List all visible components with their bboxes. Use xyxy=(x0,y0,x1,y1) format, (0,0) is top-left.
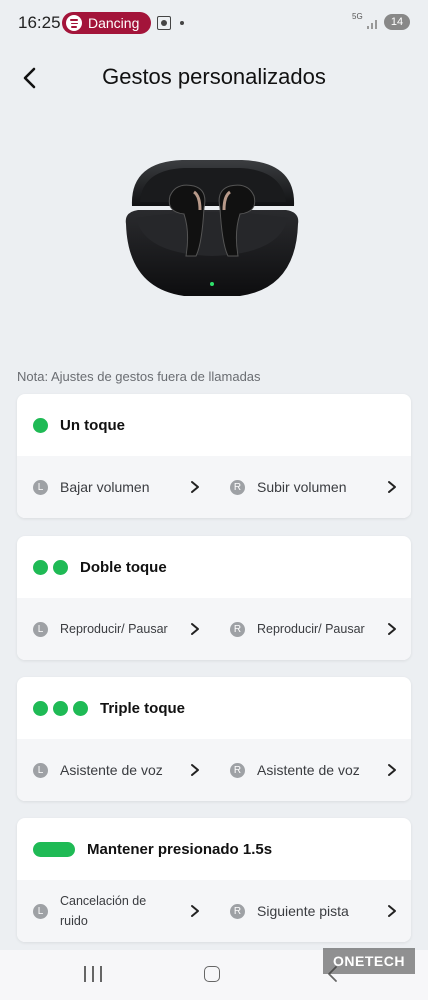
status-bar: 16:25 Dancing 5G 14 xyxy=(0,0,428,46)
right-earbud-badge: R xyxy=(230,903,245,919)
right-action-label: Asistente de voz xyxy=(257,762,360,778)
card-header: Un toque xyxy=(17,394,411,456)
chevron-right-icon xyxy=(388,481,396,493)
chevron-right-icon xyxy=(191,764,199,776)
back-arrow-icon xyxy=(23,67,36,89)
gesture-title: Doble toque xyxy=(80,558,167,576)
gesture-title: Un toque xyxy=(60,416,125,434)
gesture-title: Triple toque xyxy=(100,699,186,717)
left-earbud-badge: L xyxy=(33,479,48,495)
left-action-label: Reproducir/ Pausar xyxy=(60,622,168,636)
left-action-label: Asistente de voz xyxy=(60,762,163,778)
signal-icon xyxy=(367,20,377,29)
left-action-row[interactable]: L Cancelación de ruido xyxy=(17,880,214,942)
chevron-right-icon xyxy=(191,481,199,493)
right-action-row[interactable]: R Subir volumen xyxy=(214,456,411,518)
left-earbud-badge: L xyxy=(33,762,48,778)
gesture-card-triple-tap: Triple toque L Asistente de voz R Asiste… xyxy=(17,677,411,801)
right-action-row[interactable]: R Siguiente pista xyxy=(214,880,411,942)
left-action-row[interactable]: L Reproducir/ Pausar xyxy=(17,598,214,660)
left-action-row[interactable]: L Bajar volumen xyxy=(17,456,214,518)
recents-icon[interactable] xyxy=(84,966,102,982)
watermark: ONETECH xyxy=(323,948,415,974)
chevron-right-icon xyxy=(191,623,199,635)
gesture-note: Nota: Ajustes de gestos fuera de llamada… xyxy=(17,369,261,384)
gesture-card-single-tap: Un toque L Bajar volumen R Subir volumen xyxy=(17,394,411,518)
gesture-card-long-press: Mantener presionado 1.5s L Cancelación d… xyxy=(17,818,411,942)
right-action-row[interactable]: R Reproducir/ Pausar xyxy=(214,598,411,660)
chevron-right-icon xyxy=(388,623,396,635)
right-action-label: Reproducir/ Pausar xyxy=(257,622,365,636)
spotify-icon xyxy=(66,15,82,31)
card-header: Doble toque xyxy=(17,536,411,598)
left-earbud-badge: L xyxy=(33,903,48,919)
notification-dot-icon xyxy=(180,21,184,25)
battery-level: 14 xyxy=(384,14,410,30)
left-earbud-badge: L xyxy=(33,621,48,637)
network-type: 5G xyxy=(352,12,363,21)
media-pill[interactable]: Dancing xyxy=(62,12,152,34)
card-header: Mantener presionado 1.5s xyxy=(17,818,411,880)
status-time: 16:25 xyxy=(18,13,61,32)
gesture-title: Mantener presionado 1.5s xyxy=(87,840,273,858)
right-action-label: Subir volumen xyxy=(257,479,347,495)
chevron-right-icon xyxy=(388,764,396,776)
long-press-indicator xyxy=(33,841,75,857)
media-title: Dancing xyxy=(88,15,140,31)
page-title: Gestos personalizados xyxy=(102,64,326,89)
chevron-right-icon xyxy=(388,905,396,917)
tap-indicator xyxy=(33,559,68,575)
gesture-card-double-tap: Doble toque L Reproducir/ Pausar R Repro… xyxy=(17,536,411,660)
left-action-label: Cancelación de ruido xyxy=(60,894,147,928)
tap-indicator xyxy=(33,417,48,433)
back-button[interactable] xyxy=(14,62,46,94)
earbuds-case-image xyxy=(125,160,299,296)
tap-indicator xyxy=(33,700,88,716)
card-actions: L Asistente de voz R Asistente de voz xyxy=(17,739,411,801)
home-icon[interactable] xyxy=(204,966,220,982)
right-action-label: Siguiente pista xyxy=(257,903,349,919)
right-earbud-badge: R xyxy=(230,762,245,778)
right-earbud-badge: R xyxy=(230,621,245,637)
screenshot-icon xyxy=(157,16,171,30)
card-header: Triple toque xyxy=(17,677,411,739)
right-action-row[interactable]: R Asistente de voz xyxy=(214,739,411,801)
card-actions: L Bajar volumen R Subir volumen xyxy=(17,456,411,518)
chevron-right-icon xyxy=(191,905,199,917)
right-earbud-badge: R xyxy=(230,479,245,495)
card-actions: L Cancelación de ruido R Siguiente pista xyxy=(17,880,411,942)
card-actions: L Reproducir/ Pausar R Reproducir/ Pausa… xyxy=(17,598,411,660)
left-action-label: Bajar volumen xyxy=(60,479,150,495)
left-action-row[interactable]: L Asistente de voz xyxy=(17,739,214,801)
